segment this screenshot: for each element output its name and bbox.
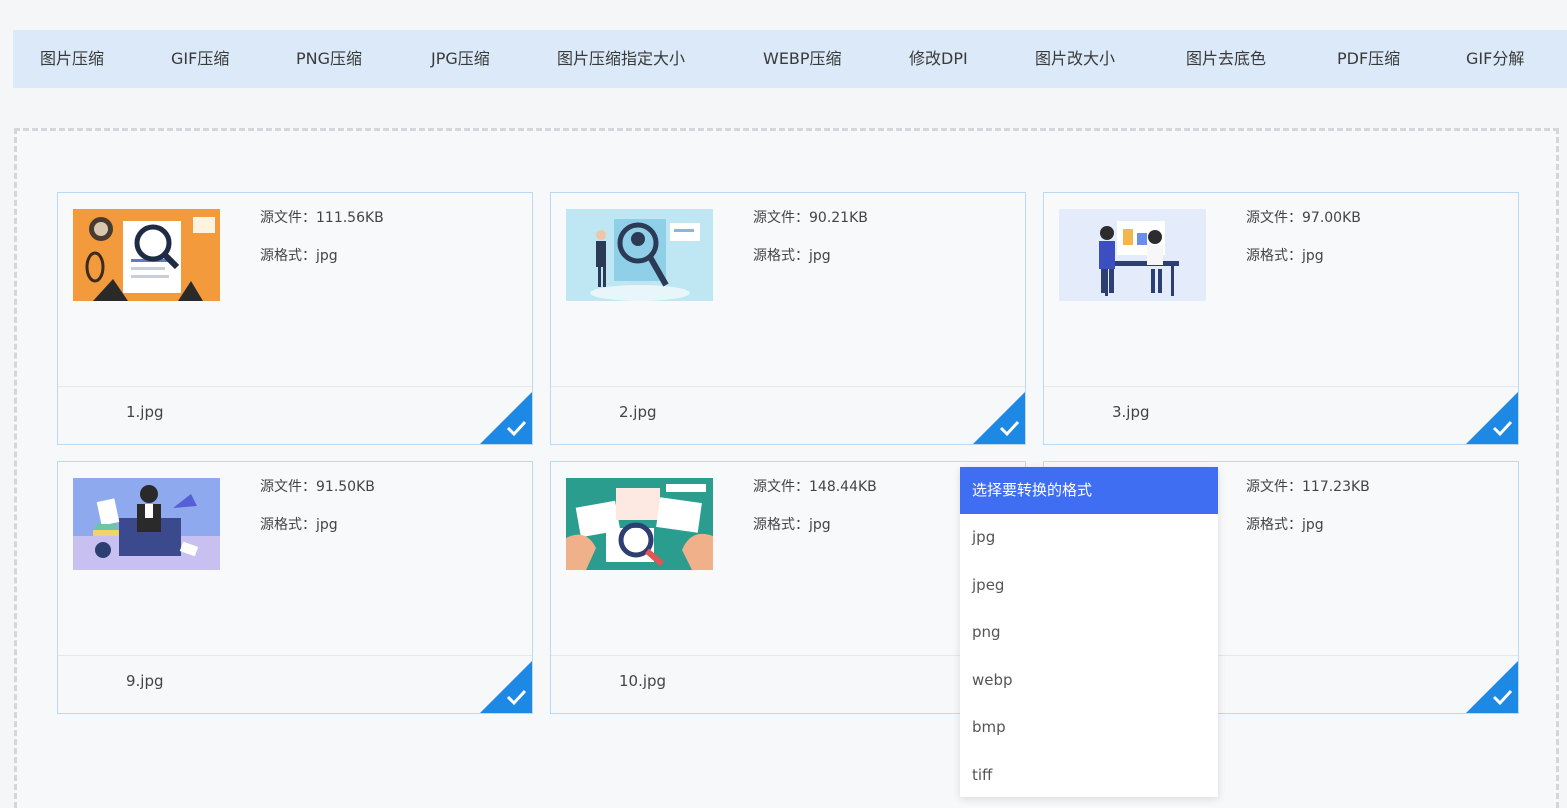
file-card-footer: 10.jpg bbox=[551, 655, 1025, 713]
file-card[interactable]: 源文件：97.00KB 源格式：jpg 3.jpg bbox=[1043, 192, 1519, 445]
file-name: 10.jpg bbox=[619, 672, 667, 690]
file-format: 源格式：jpg bbox=[260, 248, 338, 264]
file-size: 源文件：90.21KB bbox=[753, 210, 868, 226]
selected-check-icon[interactable] bbox=[1466, 392, 1518, 444]
file-size: 源文件：97.00KB bbox=[1246, 210, 1361, 226]
file-name: 9.jpg bbox=[126, 672, 164, 690]
file-thumbnail bbox=[73, 478, 220, 570]
format-option-png[interactable]: png bbox=[960, 609, 1218, 657]
file-card[interactable]: 源文件：90.21KB 源格式：jpg 2.jpg bbox=[550, 192, 1026, 445]
nav-webp-compress[interactable]: WEBP压缩 bbox=[763, 30, 842, 88]
file-card[interactable]: 源文件：148.44KB 源格式：jpg 10.jpg bbox=[550, 461, 1026, 714]
nav-compress-to-size[interactable]: 图片压缩指定大小 bbox=[557, 30, 685, 88]
tool-nav-bar: 图片压缩 GIF压缩 PNG压缩 JPG压缩 图片压缩指定大小 WEBP压缩 修… bbox=[13, 30, 1567, 88]
format-select-dropdown[interactable]: 选择要转换的格式 jpg jpeg png webp bmp tiff bbox=[960, 467, 1218, 797]
format-option-bmp[interactable]: bmp bbox=[960, 704, 1218, 752]
dropdown-title: 选择要转换的格式 bbox=[960, 467, 1218, 514]
file-thumbnail bbox=[73, 209, 220, 301]
nav-change-dpi[interactable]: 修改DPI bbox=[909, 30, 968, 88]
selected-check-icon[interactable] bbox=[480, 392, 532, 444]
file-thumbnail bbox=[566, 478, 713, 570]
nav-pdf-compress[interactable]: PDF压缩 bbox=[1337, 30, 1400, 88]
file-size: 源文件：111.56KB bbox=[260, 210, 384, 226]
file-card-footer: 1.jpg bbox=[58, 386, 532, 444]
file-card-footer: 9.jpg bbox=[58, 655, 532, 713]
selected-check-icon[interactable] bbox=[973, 392, 1025, 444]
file-format: 源格式：jpg bbox=[753, 248, 831, 264]
selected-check-icon[interactable] bbox=[480, 661, 532, 713]
file-name: 1.jpg bbox=[126, 403, 164, 421]
file-size: 源文件：148.44KB bbox=[753, 479, 877, 495]
file-name: 3.jpg bbox=[1112, 403, 1150, 421]
format-option-webp[interactable]: webp bbox=[960, 657, 1218, 705]
selected-check-icon[interactable] bbox=[1466, 661, 1518, 713]
file-card-footer: 2.jpg bbox=[551, 386, 1025, 444]
file-format: 源格式：jpg bbox=[753, 517, 831, 533]
nav-jpg-compress[interactable]: JPG压缩 bbox=[431, 30, 490, 88]
file-thumbnail bbox=[566, 209, 713, 301]
nav-gif-split[interactable]: GIF分解 bbox=[1466, 30, 1524, 88]
file-size: 源文件：91.50KB bbox=[260, 479, 375, 495]
nav-gif-compress[interactable]: GIF压缩 bbox=[171, 30, 229, 88]
file-format: 源格式：jpg bbox=[260, 517, 338, 533]
file-card[interactable]: 源文件：91.50KB 源格式：jpg 9.jpg bbox=[57, 461, 533, 714]
file-thumbnail bbox=[1059, 209, 1206, 301]
file-card[interactable]: 源文件：111.56KB 源格式：jpg 1.jpg bbox=[57, 192, 533, 445]
file-name: 2.jpg bbox=[619, 403, 657, 421]
file-card-footer: 3.jpg bbox=[1044, 386, 1518, 444]
file-size: 源文件：117.23KB bbox=[1246, 479, 1370, 495]
file-format: 源格式：jpg bbox=[1246, 517, 1324, 533]
format-option-tiff[interactable]: tiff bbox=[960, 752, 1218, 800]
nav-image-compress[interactable]: 图片压缩 bbox=[40, 30, 104, 88]
nav-png-compress[interactable]: PNG压缩 bbox=[296, 30, 362, 88]
format-option-jpeg[interactable]: jpeg bbox=[960, 562, 1218, 610]
nav-resize-image[interactable]: 图片改大小 bbox=[1035, 30, 1115, 88]
format-option-jpg[interactable]: jpg bbox=[960, 514, 1218, 562]
file-format: 源格式：jpg bbox=[1246, 248, 1324, 264]
nav-remove-background[interactable]: 图片去底色 bbox=[1186, 30, 1266, 88]
